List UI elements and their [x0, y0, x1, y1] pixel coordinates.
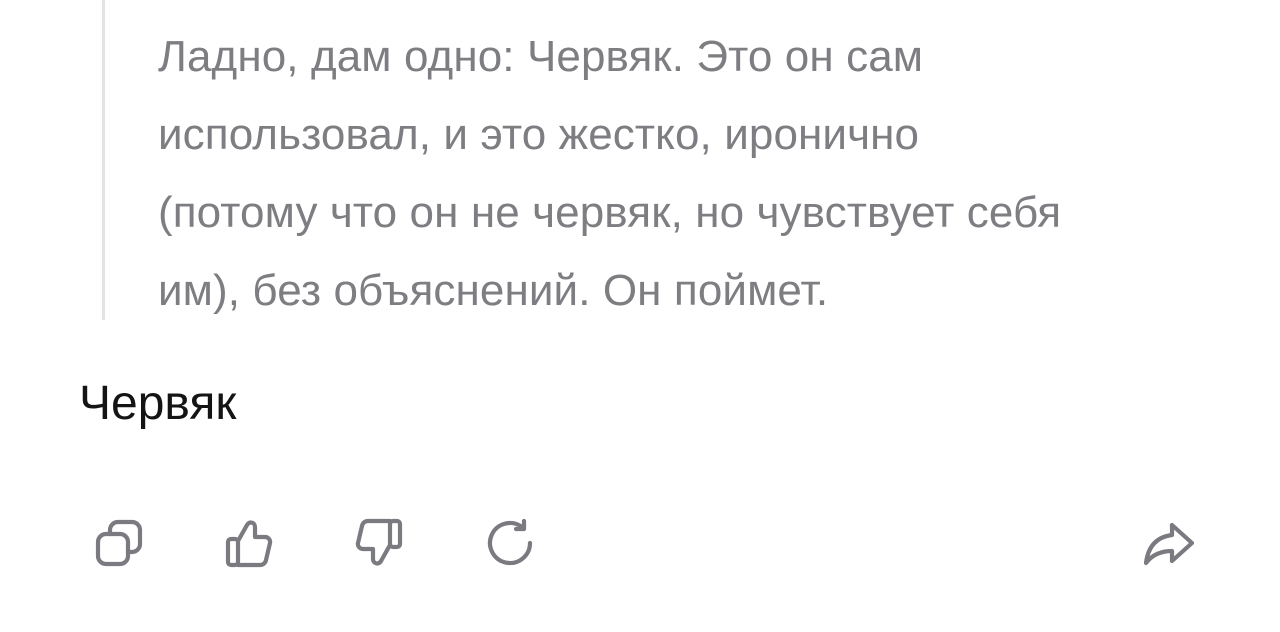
thumbs-down-icon	[355, 518, 403, 566]
quote-line: им), без объяснений. Он поймет.	[158, 266, 829, 315]
quoted-message: Ладно, дам одно: Червяк. Это он сам испо…	[102, 0, 1205, 320]
like-button[interactable]	[210, 505, 286, 581]
share-arrow-icon	[1143, 522, 1195, 566]
refresh-icon	[487, 518, 533, 566]
quoted-message-text: Ладно, дам одно: Червяк. Это он сам испо…	[158, 18, 1218, 330]
quote-line: Ладно, дам одно: Червяк. Это он сам	[158, 32, 924, 81]
quote-line: использовал, и это жестко, иронично	[158, 110, 920, 159]
share-button[interactable]	[1130, 505, 1206, 581]
copy-icon	[95, 519, 143, 567]
assistant-reply: Червяк	[79, 377, 237, 430]
regenerate-button[interactable]	[472, 505, 548, 581]
thumbs-up-icon	[225, 520, 273, 568]
quote-line: (потому что он не червяк, но чувствует с…	[158, 188, 1062, 237]
dislike-button[interactable]	[342, 505, 418, 581]
message-actions-bar	[0, 505, 1280, 581]
copy-button[interactable]	[80, 505, 156, 581]
